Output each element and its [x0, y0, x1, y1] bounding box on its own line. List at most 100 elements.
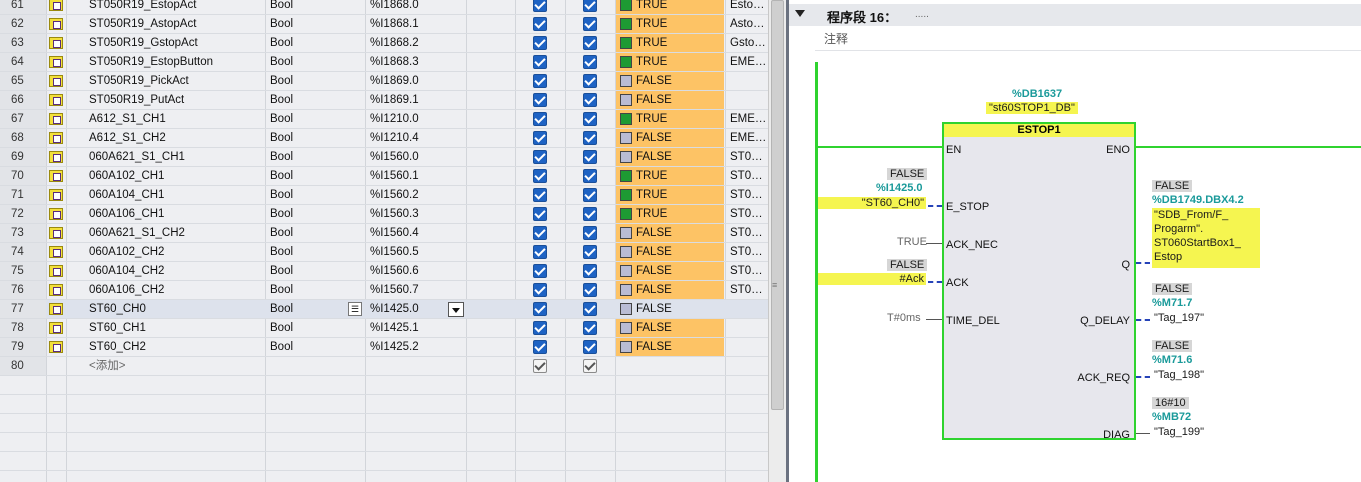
- table-row[interactable]: 75 060A104_CH2 Bool %I1560.6 FALSE ST0…: [0, 262, 768, 281]
- tag-address[interactable]: %I1868.1: [370, 15, 450, 34]
- data-type[interactable]: Bool: [270, 300, 340, 319]
- tag-address[interactable]: %I1210.4: [370, 129, 450, 148]
- accessible-from-hmi-checkbox[interactable]: [533, 74, 547, 88]
- tag-comment[interactable]: ST0…: [730, 167, 766, 186]
- tag-name[interactable]: 060A621_S1_CH1: [89, 148, 264, 167]
- tag-address[interactable]: %I1868.2: [370, 34, 450, 53]
- tag-name[interactable]: 060A104_CH2: [89, 262, 264, 281]
- tag-name[interactable]: ST050R19_PutAct: [89, 91, 264, 110]
- tag-name[interactable]: ST050R19_EstopAct: [89, 0, 264, 15]
- tag-address[interactable]: %I1210.0: [370, 110, 450, 129]
- data-type[interactable]: Bool: [270, 281, 340, 300]
- tag-address[interactable]: %I1869.0: [370, 72, 450, 91]
- tag-comment[interactable]: ST0…: [730, 281, 766, 300]
- tag-address[interactable]: %I1425.1: [370, 319, 450, 338]
- table-row[interactable]: 67 A612_S1_CH1 Bool %I1210.0 TRUE EME…: [0, 110, 768, 129]
- q-delay-operand[interactable]: "Tag_197": [1154, 312, 1204, 324]
- tag-comment[interactable]: [730, 72, 766, 91]
- network-comment[interactable]: 注释: [824, 30, 848, 47]
- tag-comment[interactable]: ST0…: [730, 148, 766, 167]
- ack-nec-value[interactable]: TRUE: [897, 236, 927, 248]
- table-row[interactable]: 76 060A106_CH2 Bool %I1560.7 FALSE ST0…: [0, 281, 768, 300]
- tag-comment[interactable]: ST0…: [730, 262, 766, 281]
- tag-comment[interactable]: EME…: [730, 129, 766, 148]
- tag-comment[interactable]: [730, 338, 766, 357]
- writable-from-hmi-checkbox[interactable]: [583, 93, 597, 107]
- data-type[interactable]: Bool: [270, 0, 340, 15]
- table-row[interactable]: 69 060A621_S1_CH1 Bool %I1560.0 FALSE ST0…: [0, 148, 768, 167]
- tag-comment[interactable]: Esto…: [730, 0, 766, 15]
- network-title-extra[interactable]: .....: [915, 9, 929, 20]
- table-row[interactable]: 63 ST050R19_GstopAct Bool %I1868.2 TRUE Gsto…: [0, 34, 768, 53]
- writable-from-hmi-checkbox[interactable]: [583, 74, 597, 88]
- tag-address[interactable]: %I1560.1: [370, 167, 450, 186]
- tag-name[interactable]: 060A102_CH2: [89, 243, 264, 262]
- data-type[interactable]: Bool: [270, 53, 340, 72]
- tag-address[interactable]: %I1560.0: [370, 148, 450, 167]
- tag-name[interactable]: 060A106_CH2: [89, 281, 264, 300]
- network-header[interactable]: 程序段 16： .....: [789, 4, 1361, 26]
- tag-name[interactable]: ST050R19_AstopAct: [89, 15, 264, 34]
- tag-address[interactable]: %I1560.3: [370, 205, 450, 224]
- tag-comment[interactable]: ST0…: [730, 186, 766, 205]
- tag-comment[interactable]: [730, 319, 766, 338]
- collapse-triangle-icon[interactable]: [795, 10, 805, 17]
- tag-address[interactable]: %I1868.0: [370, 0, 450, 15]
- data-type[interactable]: Bool: [270, 91, 340, 110]
- table-row[interactable]: 71 060A104_CH1 Bool %I1560.2 TRUE ST0…: [0, 186, 768, 205]
- tag-address[interactable]: %I1560.5: [370, 243, 450, 262]
- accessible-from-hmi-checkbox[interactable]: [533, 17, 547, 31]
- tag-name[interactable]: A612_S1_CH1: [89, 110, 264, 129]
- add-new-row[interactable]: 80 <添加>: [0, 357, 768, 376]
- writable-from-hmi-checkbox[interactable]: [583, 36, 597, 50]
- data-type[interactable]: Bool: [270, 167, 340, 186]
- data-type[interactable]: Bool: [270, 262, 340, 281]
- tag-address[interactable]: %I1868.3: [370, 53, 450, 72]
- accessible-from-hmi-checkbox[interactable]: [533, 226, 547, 240]
- estop1-function-block[interactable]: ESTOP1 EN ENO E_STOP ACK_NEC Q ACK TIME_…: [942, 122, 1136, 441]
- table-row[interactable]: 68 A612_S1_CH2 Bool %I1210.4 FALSE EME…: [0, 129, 768, 148]
- address-dropdown-icon[interactable]: [448, 302, 464, 317]
- tag-name[interactable]: 060A621_S1_CH2: [89, 224, 264, 243]
- tag-name[interactable]: 060A104_CH1: [89, 186, 264, 205]
- writable-from-hmi-checkbox[interactable]: [583, 207, 597, 221]
- instance-db-name[interactable]: "st60STOP1_DB": [986, 102, 1078, 114]
- table-row[interactable]: 70 060A102_CH1 Bool %I1560.1 TRUE ST0…: [0, 167, 768, 186]
- accessible-from-hmi-checkbox[interactable]: [533, 359, 547, 373]
- accessible-from-hmi-checkbox[interactable]: [533, 302, 547, 316]
- tag-address[interactable]: %I1425.0: [370, 300, 450, 319]
- table-row[interactable]: 62 ST050R19_AstopAct Bool %I1868.1 TRUE Asto…: [0, 15, 768, 34]
- data-type[interactable]: Bool: [270, 338, 340, 357]
- ack-operand[interactable]: #Ack: [818, 273, 926, 285]
- writable-from-hmi-checkbox[interactable]: [583, 188, 597, 202]
- tag-comment[interactable]: EME…: [730, 53, 766, 72]
- data-type[interactable]: Bool: [270, 15, 340, 34]
- writable-from-hmi-checkbox[interactable]: [583, 112, 597, 126]
- writable-from-hmi-checkbox[interactable]: [583, 17, 597, 31]
- data-type[interactable]: Bool: [270, 243, 340, 262]
- data-type[interactable]: Bool: [270, 319, 340, 338]
- accessible-from-hmi-checkbox[interactable]: [533, 321, 547, 335]
- table-scrollbar[interactable]: ≡: [768, 0, 786, 482]
- tag-name[interactable]: ST60_CH2: [89, 338, 264, 357]
- writable-from-hmi-checkbox[interactable]: [583, 131, 597, 145]
- type-list-icon[interactable]: ☰: [348, 302, 362, 316]
- tag-name[interactable]: ST050R19_PickAct: [89, 72, 264, 91]
- table-row[interactable]: 74 060A102_CH2 Bool %I1560.5 FALSE ST0…: [0, 243, 768, 262]
- tag-comment[interactable]: [730, 91, 766, 110]
- table-row[interactable]: 61 ST050R19_EstopAct Bool %I1868.0 TRUE Esto…: [0, 0, 768, 15]
- time-del-value[interactable]: T#0ms: [887, 312, 921, 324]
- accessible-from-hmi-checkbox[interactable]: [533, 188, 547, 202]
- accessible-from-hmi-checkbox[interactable]: [533, 112, 547, 126]
- tag-address[interactable]: %I1869.1: [370, 91, 450, 110]
- table-row[interactable]: 72 060A106_CH1 Bool %I1560.3 TRUE ST0…: [0, 205, 768, 224]
- table-row[interactable]: 79 ST60_CH2 Bool %I1425.2 FALSE: [0, 338, 768, 357]
- table-row[interactable]: 77 ST60_CH0 Bool %I1425.0 ☰ FALSE: [0, 300, 768, 319]
- accessible-from-hmi-checkbox[interactable]: [533, 0, 547, 12]
- accessible-from-hmi-checkbox[interactable]: [533, 36, 547, 50]
- writable-from-hmi-checkbox[interactable]: [583, 55, 597, 69]
- tag-name[interactable]: ST050R19_EstopButton: [89, 53, 264, 72]
- q-operand[interactable]: "SDB_From/F_ Progarm". ST060StartBox1_ E…: [1152, 208, 1260, 268]
- writable-from-hmi-checkbox[interactable]: [583, 302, 597, 316]
- accessible-from-hmi-checkbox[interactable]: [533, 264, 547, 278]
